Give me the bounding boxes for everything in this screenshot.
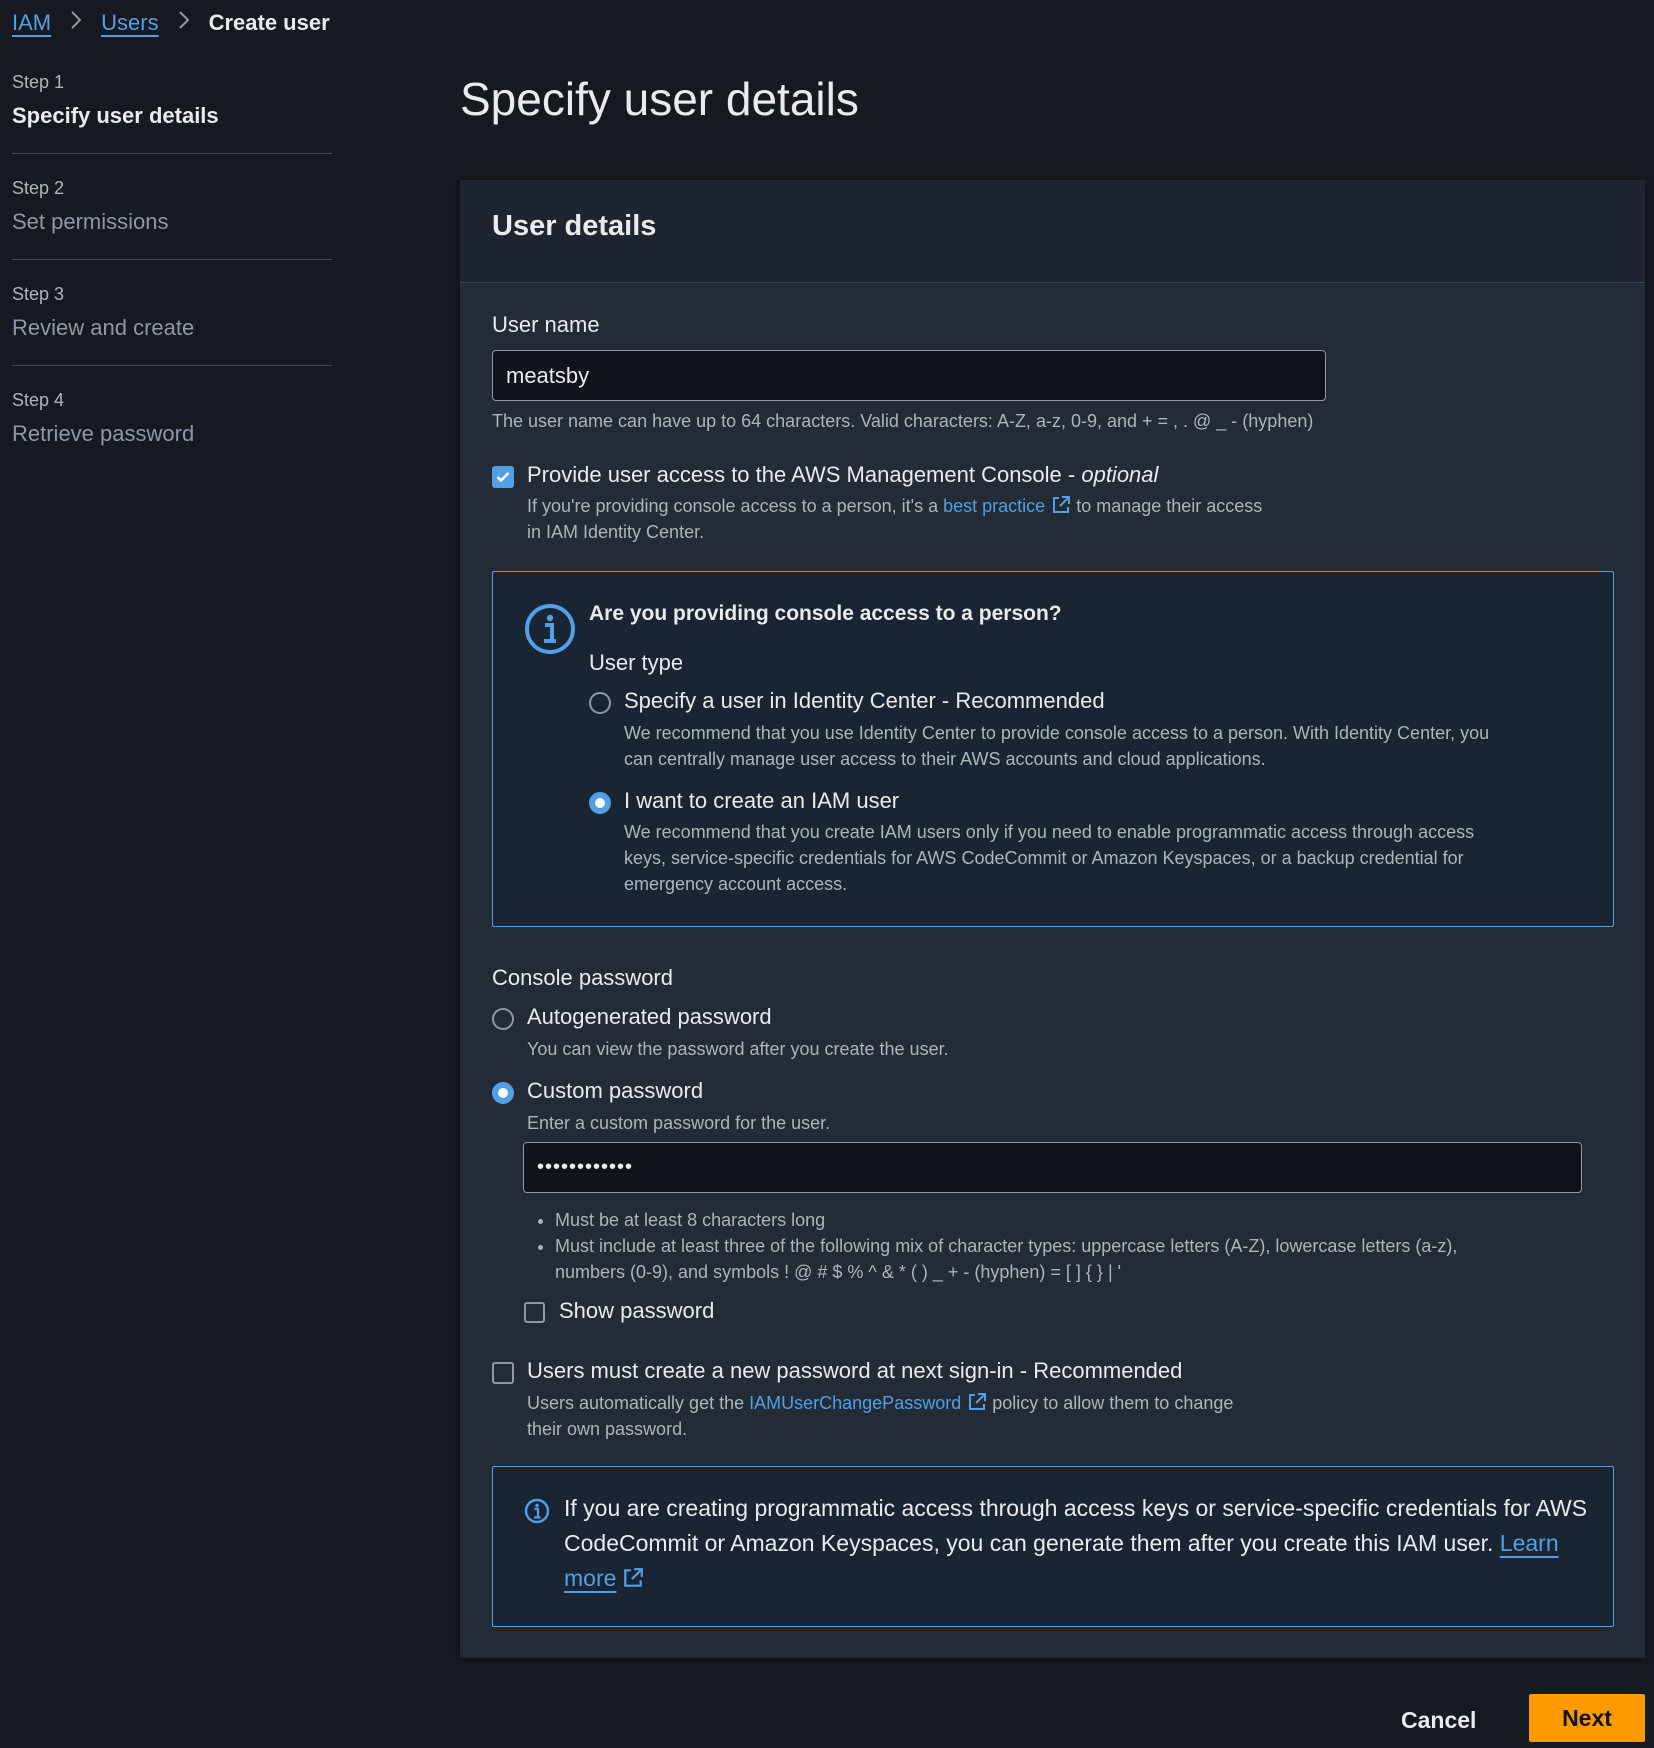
- require-reset-desc: Users automatically get the IAMUserChang…: [527, 1390, 1327, 1442]
- identity-center-desc: We recommend that you use Identity Cente…: [624, 720, 1489, 772]
- breadcrumb: IAM Users Create user: [12, 6, 330, 40]
- best-practice-link-text: best practice: [943, 496, 1046, 516]
- breadcrumb-users-link[interactable]: Users: [101, 10, 158, 36]
- console-access-label: Provide user access to the AWS Managemen…: [527, 462, 1158, 488]
- programmatic-access-text: If you are creating programmatic access …: [564, 1491, 1594, 1596]
- panel-title: User details: [492, 210, 657, 242]
- custom-password-desc: Enter a custom password for the user.: [527, 1113, 831, 1133]
- breadcrumb-iam-link[interactable]: IAM: [12, 10, 51, 36]
- step-title: Specify user details: [12, 103, 219, 128]
- info-icon: [524, 603, 576, 660]
- custom-password-radio[interactable]: [492, 1082, 514, 1104]
- page-title: Specify user details: [460, 73, 859, 125]
- external-link-icon: [1053, 496, 1071, 513]
- username-value: meatsby: [506, 362, 590, 388]
- info-icon: [524, 1498, 550, 1529]
- identity-center-desc-line2: can centrally manage user access to thei…: [624, 749, 1266, 769]
- step-number: Step 4: [12, 390, 65, 410]
- console-person-info-box: Are you providing console access to a pe…: [492, 571, 1614, 927]
- autogenerated-password-radio[interactable]: [492, 1008, 514, 1030]
- breadcrumb-current: Create user: [208, 10, 330, 35]
- require-reset-desc-line2: their own password.: [527, 1419, 688, 1439]
- console-access-desc-line2: in IAM Identity Center.: [527, 522, 705, 542]
- console-access-desc: If you're providing console access to a …: [527, 493, 1327, 545]
- panel-header: User details: [460, 180, 1645, 283]
- iam-user-desc: We recommend that you create IAM users o…: [624, 819, 1474, 897]
- require-reset-desc-before: Users automatically get the: [527, 1393, 745, 1413]
- iam-user-desc-line3: emergency account access.: [624, 874, 848, 894]
- autogenerated-password-label: Autogenerated password: [527, 1004, 772, 1029]
- password-requirement-line1: Must include at least three of the follo…: [555, 1236, 1458, 1256]
- learn-more-text-2: more: [564, 1565, 617, 1591]
- user-details-panel: User details User name meatsby The user …: [460, 180, 1645, 1658]
- show-password-label: Show password: [559, 1298, 715, 1323]
- step-number: Step 3: [12, 284, 65, 304]
- iam-user-label: I want to create an IAM user: [624, 788, 900, 813]
- optional-tag: optional: [1081, 462, 1159, 487]
- step-title: Retrieve password: [12, 421, 195, 446]
- require-reset-label: Users must create a new password at next…: [527, 1358, 1183, 1383]
- username-hint: The user name can have up to 64 characte…: [492, 411, 1314, 431]
- password-value: ••••••••••••: [537, 1156, 634, 1178]
- checkmark-icon: [496, 472, 510, 483]
- step-4[interactable]: Step 4 Retrieve password: [12, 388, 332, 471]
- wizard-steps: Step 1 Specify user details Step 2 Set p…: [12, 70, 332, 493]
- step-3[interactable]: Step 3 Review and create: [12, 282, 332, 366]
- show-password-checkbox[interactable]: [524, 1302, 545, 1323]
- require-reset-desc-after: policy to allow them to change: [992, 1393, 1234, 1413]
- external-link-icon: [969, 1393, 987, 1410]
- step-title: Review and create: [12, 315, 195, 340]
- custom-password-input[interactable]: ••••••••••••: [523, 1142, 1582, 1193]
- step-number: Step 2: [12, 178, 65, 198]
- step-1: Step 1 Specify user details: [12, 70, 332, 154]
- console-access-checkbox[interactable]: [492, 466, 514, 488]
- console-access-text: Provide user access to the AWS Managemen…: [527, 462, 1082, 487]
- chevron-right-icon: [69, 9, 83, 37]
- user-type-label: User type: [589, 650, 684, 675]
- console-password-label: Console password: [492, 965, 673, 990]
- programmatic-access-line2: CodeCommit or Amazon Keyspaces, you can …: [564, 1530, 1494, 1556]
- cancel-button[interactable]: Cancel: [1395, 1698, 1482, 1742]
- info-box-title: Are you providing console access to a pe…: [589, 602, 1062, 625]
- require-reset-checkbox[interactable]: [492, 1362, 514, 1384]
- password-requirement: Must include at least three of the follo…: [555, 1233, 1607, 1285]
- programmatic-access-line1: If you are creating programmatic access …: [564, 1495, 1588, 1521]
- step-2[interactable]: Step 2 Set permissions: [12, 176, 332, 260]
- console-access-desc-after: to manage their access: [1076, 496, 1263, 516]
- iam-user-change-password-link[interactable]: IAMUserChangePassword: [749, 1393, 987, 1413]
- external-link-icon: [624, 1568, 644, 1587]
- identity-center-radio[interactable]: [589, 692, 611, 714]
- identity-center-label: Specify a user in Identity Center - Reco…: [624, 688, 1105, 713]
- best-practice-link[interactable]: best practice: [943, 496, 1071, 516]
- learn-more-text-1: Learn: [1499, 1530, 1559, 1556]
- username-label: User name: [492, 312, 600, 337]
- iam-user-desc-line1: We recommend that you create IAM users o…: [624, 822, 1475, 842]
- step-number: Step 1: [12, 72, 65, 92]
- chevron-right-icon: [177, 9, 191, 37]
- console-access-desc-before: If you're providing console access to a …: [527, 496, 939, 516]
- iam-user-desc-line2: keys, service-specific credentials for A…: [624, 848, 1464, 868]
- autogenerated-password-desc: You can view the password after you crea…: [527, 1039, 949, 1059]
- username-input[interactable]: meatsby: [492, 350, 1326, 401]
- programmatic-access-info-box: If you are creating programmatic access …: [492, 1466, 1614, 1627]
- identity-center-desc-line1: We recommend that you use Identity Cente…: [624, 723, 1490, 743]
- password-requirement: Must be at least 8 characters long: [555, 1207, 1607, 1233]
- iam-user-radio[interactable]: [589, 792, 611, 814]
- next-button[interactable]: Next: [1529, 1694, 1645, 1742]
- policy-link-text: IAMUserChangePassword: [749, 1393, 962, 1413]
- step-title: Set permissions: [12, 209, 169, 234]
- password-requirements: Must be at least 8 characters long Must …: [527, 1207, 1607, 1285]
- custom-password-label: Custom password: [527, 1078, 704, 1103]
- password-requirement-line2: numbers (0-9), and symbols ! @ # $ % ^ &…: [555, 1262, 1122, 1282]
